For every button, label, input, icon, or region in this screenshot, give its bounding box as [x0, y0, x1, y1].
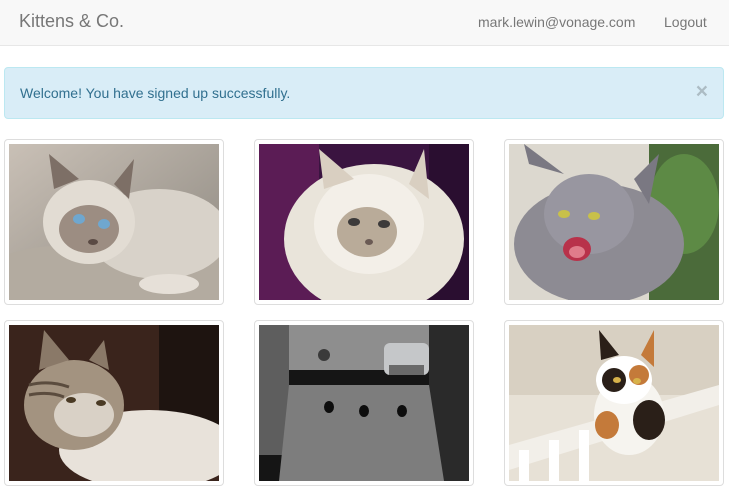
- gallery-thumbnail[interactable]: [4, 320, 224, 486]
- welcome-alert: Welcome! You have signed up successfully…: [4, 67, 724, 119]
- logout-link[interactable]: Logout: [664, 14, 707, 30]
- gallery-thumbnail[interactable]: [254, 139, 474, 305]
- navbar: Kittens & Co. mark.lewin@vonage.com Logo…: [0, 0, 729, 46]
- close-icon[interactable]: ×: [696, 81, 708, 102]
- gallery-thumbnail[interactable]: [504, 320, 724, 486]
- gallery-thumbnail[interactable]: [4, 139, 224, 305]
- hissing-gray-cat-photo: [509, 144, 719, 300]
- gallery-thumbnail[interactable]: [504, 139, 724, 305]
- brand-link[interactable]: Kittens & Co.: [19, 11, 124, 32]
- tabby-cat-lying-photo: [9, 325, 219, 481]
- fluffy-cream-cat-photo: [259, 144, 469, 300]
- calico-cat-on-railing-photo: [509, 325, 719, 481]
- user-email-link[interactable]: mark.lewin@vonage.com: [478, 14, 635, 30]
- black-cats-in-street-photo: [259, 325, 469, 481]
- siamese-cat-photo: [9, 144, 219, 300]
- gallery-thumbnail[interactable]: [254, 320, 474, 486]
- alert-message: Welcome! You have signed up successfully…: [20, 85, 291, 101]
